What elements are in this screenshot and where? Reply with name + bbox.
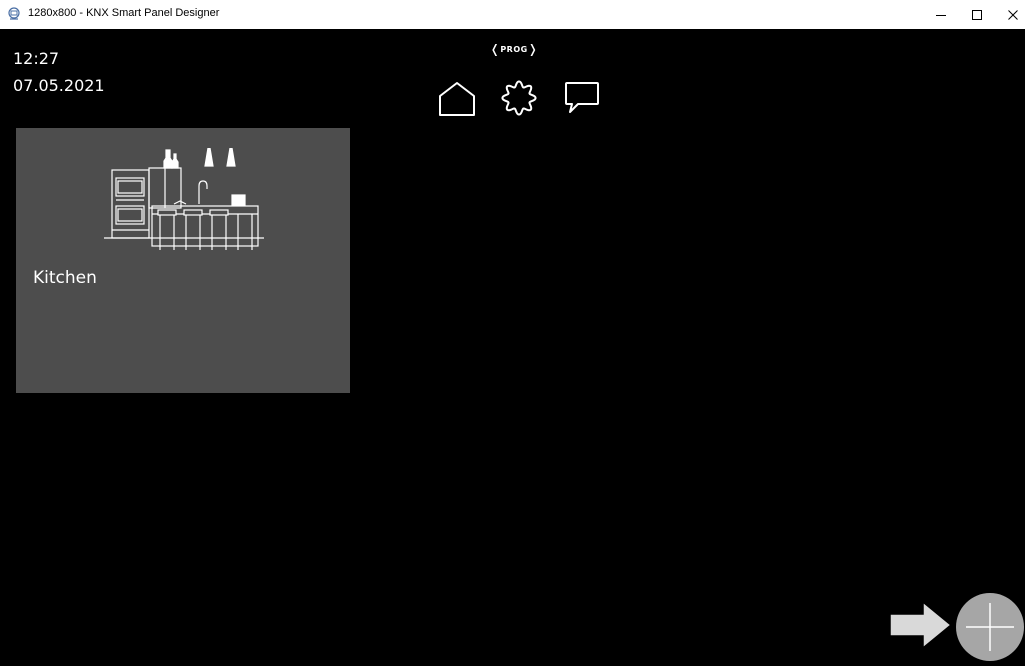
window-title: 1280x800 - KNX Smart Panel Designer: [28, 7, 220, 19]
chevron-left-icon: ❬: [489, 42, 501, 56]
window-titlebar: 1280x800 - KNX Smart Panel Designer: [0, 0, 1025, 29]
minimize-icon: [936, 14, 946, 16]
arrow-right-icon: [889, 601, 953, 649]
minimize-button[interactable]: [921, 0, 961, 29]
app-icon: [8, 7, 20, 20]
close-icon: [1008, 9, 1018, 20]
clock-date: 07.05.2021: [13, 76, 105, 95]
maximize-button[interactable]: [957, 0, 997, 29]
clock-time: 12:27: [13, 49, 60, 68]
room-label: Kitchen: [33, 268, 97, 288]
kitchen-illustration: [104, 148, 264, 250]
chevron-right-icon: ❭: [527, 42, 539, 56]
plus-icon: [966, 603, 1014, 651]
chat-icon[interactable]: [563, 80, 601, 116]
gear-icon[interactable]: [499, 78, 539, 118]
smart-panel-screen: 12:27 07.05.2021 ❬ PROG ❭ Kitchen: [8, 29, 1025, 666]
room-tile-kitchen[interactable]: Kitchen: [16, 128, 350, 393]
maximize-icon: [972, 9, 982, 20]
close-button[interactable]: [993, 0, 1025, 29]
prog-label: PROG: [500, 44, 528, 54]
add-button[interactable]: [956, 593, 1024, 661]
prog-button[interactable]: ❬ PROG ❭: [489, 41, 539, 57]
home-icon[interactable]: [438, 81, 476, 117]
